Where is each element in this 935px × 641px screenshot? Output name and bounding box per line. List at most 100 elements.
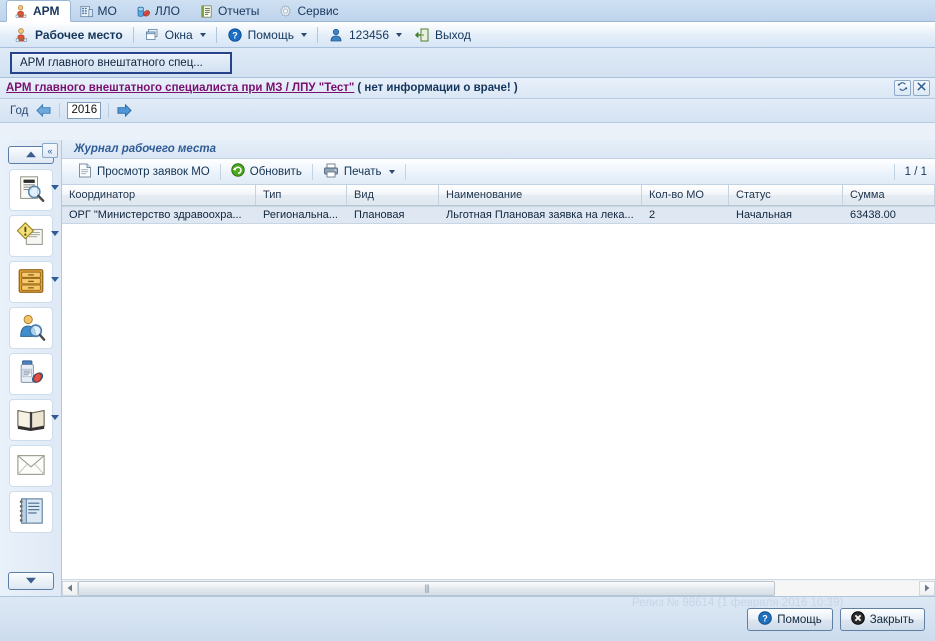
cell-sum: 63438.00: [850, 209, 896, 221]
rail-item-medicine[interactable]: [8, 353, 53, 395]
scrollbar-track[interactable]: |||: [78, 580, 919, 596]
chevron-down-icon[interactable]: [50, 277, 59, 282]
close-icon: [916, 81, 927, 95]
menu-separator: [316, 26, 318, 43]
pills-icon: [136, 4, 151, 19]
menubar: Рабочее место Окна ? Помощь 123456 Выход: [0, 22, 935, 48]
grid-toolbar: Просмотр заявок МО Обновить Печать 1 / 1: [62, 159, 935, 185]
rail-item-warning-document[interactable]: [8, 215, 59, 257]
tab-reports[interactable]: Отчеты: [191, 0, 270, 21]
scroll-right-button[interactable]: [919, 580, 935, 596]
menu-workplace-label: Рабочее место: [35, 27, 123, 42]
triangle-down-icon: [25, 575, 37, 587]
page-indicator-wrap: 1 / 1: [892, 159, 927, 185]
tab-label: Сервис: [297, 4, 339, 18]
view-requests-label: Просмотр заявок МО: [97, 165, 210, 178]
menu-separator: [132, 26, 134, 43]
window-tab-active[interactable]: АРМ главного внештатного спец...: [10, 51, 232, 74]
page-title-link[interactable]: АРМ главного внештатного специалиста при…: [6, 82, 354, 94]
refresh-button[interactable]: Обновить: [223, 162, 310, 182]
gear-icon: [278, 4, 293, 19]
tab-mo[interactable]: МО: [71, 0, 128, 21]
menu-separator: [215, 26, 217, 43]
logout-icon: [414, 27, 430, 43]
medicine-bottle-icon: [16, 358, 46, 391]
rail-item-cabinet[interactable]: [8, 261, 59, 303]
window-tabstrip: АРМ главного внештатного спец...: [0, 48, 935, 78]
triangle-right-icon: [925, 584, 930, 592]
grid-column-type[interactable]: Тип: [256, 185, 347, 205]
document-search-icon: [16, 174, 46, 207]
tab-label: Отчеты: [217, 4, 260, 18]
scrollbar-grip-icon: |||: [424, 583, 429, 593]
menu-help[interactable]: ? Помощь: [219, 24, 315, 46]
window-tab-label: АРМ главного внештатного спец...: [20, 56, 203, 69]
close-button[interactable]: [913, 80, 930, 96]
scroll-left-button[interactable]: [62, 580, 78, 596]
toolbar-separator: [311, 163, 313, 180]
rail-item-journal[interactable]: [8, 491, 53, 533]
tab-label: МО: [97, 4, 117, 18]
triangle-left-icon: [67, 584, 72, 592]
tab-service[interactable]: Сервис: [270, 0, 349, 21]
year-value[interactable]: 2016: [67, 102, 102, 119]
print-button[interactable]: Печать: [315, 162, 403, 182]
table-row[interactable]: ОРГ "Министерство здравоохра... Регионал…: [62, 206, 935, 224]
building-icon: [79, 4, 94, 19]
menu-user[interactable]: 123456: [320, 24, 410, 46]
grid-column-name[interactable]: Наименование: [439, 185, 642, 205]
page-title-note: ( нет информации о враче! ): [357, 82, 518, 94]
year-selector-bar: Год 2016: [0, 99, 935, 123]
rail-item-book[interactable]: [8, 399, 59, 441]
grid-column-status[interactable]: Статус: [729, 185, 843, 205]
scrollbar-thumb[interactable]: |||: [78, 580, 775, 596]
chevron-down-icon: [388, 169, 395, 174]
rail-item-person-search[interactable]: [8, 307, 53, 349]
chevron-down-icon[interactable]: [50, 231, 59, 236]
chevron-down-icon[interactable]: [50, 415, 59, 420]
close-button-label: Закрыть: [869, 613, 914, 626]
refresh-label: Обновить: [249, 165, 302, 178]
tab-llo[interactable]: ЛЛО: [128, 0, 191, 21]
workstation-icon: [14, 4, 29, 19]
main-tabbar: АРМ МО ЛЛО Отчеты Сервис: [0, 0, 935, 22]
chevron-down-icon[interactable]: [50, 185, 59, 190]
toolbar-separator: [219, 163, 221, 180]
rail-item-mail[interactable]: [8, 445, 53, 487]
chevron-down-icon: [396, 32, 403, 37]
help-circle-icon: ?: [227, 27, 243, 43]
refresh-button[interactable]: [894, 80, 911, 96]
grid-column-sum[interactable]: Сумма: [843, 185, 935, 205]
rail-item-document-search[interactable]: [8, 169, 59, 211]
open-book-icon: [16, 404, 46, 437]
person-search-icon: [16, 312, 46, 345]
windows-icon: [144, 27, 160, 43]
rail-scroll-down-button[interactable]: [8, 572, 54, 590]
menu-workplace[interactable]: Рабочее место: [6, 24, 131, 46]
grid-column-kind[interactable]: Вид: [347, 185, 439, 205]
notebook-icon: [17, 496, 45, 529]
collapse-sidebar-button[interactable]: «: [42, 143, 58, 158]
tab-arm[interactable]: АРМ: [6, 0, 71, 22]
menu-windows[interactable]: Окна: [136, 24, 214, 46]
main-body: « Журнал рабочего места Просмотр заявок …: [0, 140, 935, 596]
user-icon: [328, 27, 344, 43]
report-icon: [199, 4, 214, 19]
view-requests-button[interactable]: Просмотр заявок МО: [70, 162, 218, 182]
page-title-bar: АРМ главного внештатного специалиста при…: [0, 78, 935, 99]
document-icon: [78, 163, 92, 181]
triangle-up-icon: [25, 149, 37, 161]
menu-logout[interactable]: Выход: [410, 24, 479, 46]
year-next-button[interactable]: [116, 103, 133, 118]
help-button-label: Помощь: [777, 613, 822, 626]
grid-column-coordinator[interactable]: Координатор: [62, 185, 256, 205]
year-prev-button[interactable]: [35, 103, 52, 118]
chevron-down-icon: [199, 32, 206, 37]
menu-help-label: Помощь: [247, 27, 294, 42]
close-button[interactable]: Закрыть: [839, 608, 925, 631]
help-button[interactable]: ? Помощь: [747, 608, 833, 631]
horizontal-scrollbar[interactable]: |||: [62, 579, 935, 596]
refresh-circle-icon: [231, 163, 245, 180]
grid-column-mo-count[interactable]: Кол-во МО: [642, 185, 729, 205]
grid-body: ОРГ "Министерство здравоохра... Регионал…: [62, 206, 935, 579]
